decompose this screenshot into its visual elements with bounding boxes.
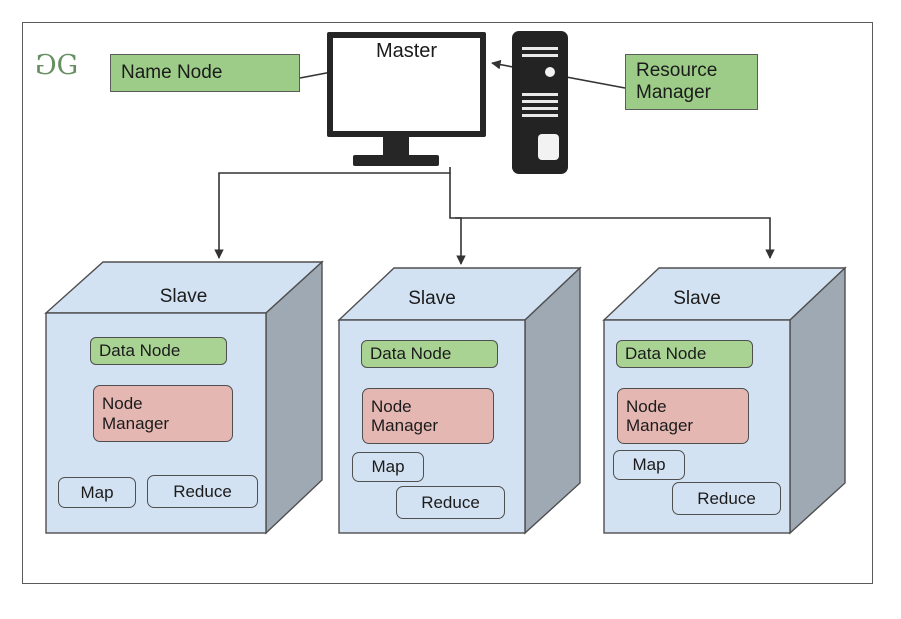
tower-stripe-icon — [522, 54, 558, 57]
tower-power-led-icon — [545, 67, 555, 77]
tower-stripe-icon — [522, 100, 558, 103]
slave-1-reduce[interactable]: Reduce — [147, 475, 258, 508]
slave-2-data-node[interactable]: Data Node — [361, 340, 498, 368]
slave-3-reduce[interactable]: Reduce — [672, 482, 781, 515]
slave-1-map[interactable]: Map — [58, 477, 136, 508]
tower-stripe-icon — [522, 47, 558, 50]
monitor-neck-icon — [383, 137, 409, 157]
slave-1-node-manager[interactable]: Node Manager — [93, 385, 233, 442]
resource-manager-box[interactable]: Resource Manager — [625, 54, 758, 110]
logo-mirrored-g-icon: G — [36, 50, 57, 81]
diagram-canvas: GG Name Node Resource Manager Master Sla… — [0, 0, 901, 619]
logo-g-icon: G — [56, 50, 79, 81]
tower-stripe-icon — [522, 93, 558, 96]
slave-1-data-node[interactable]: Data Node — [90, 337, 227, 365]
tower-stripe-icon — [522, 107, 558, 110]
tower-drive-bay-icon — [538, 134, 559, 160]
slave-2-node-manager[interactable]: Node Manager — [362, 388, 494, 444]
monitor-base-icon — [353, 155, 439, 166]
slave-3-title: Slave — [673, 288, 721, 309]
slave-2-title: Slave — [408, 288, 456, 309]
tower-stripe-icon — [522, 114, 558, 117]
name-node-box[interactable]: Name Node — [110, 54, 300, 92]
slave-1-title: Slave — [159, 286, 208, 307]
slave-3-data-node[interactable]: Data Node — [616, 340, 753, 368]
master-label: Master — [375, 40, 438, 62]
slave-2-reduce[interactable]: Reduce — [396, 486, 505, 519]
server-tower-icon[interactable] — [512, 31, 568, 174]
slave-3-map[interactable]: Map — [613, 450, 685, 480]
geeksforgeeks-logo: GG — [36, 50, 79, 81]
slave-2-map[interactable]: Map — [352, 452, 424, 482]
slave-3-node-manager[interactable]: Node Manager — [617, 388, 749, 444]
